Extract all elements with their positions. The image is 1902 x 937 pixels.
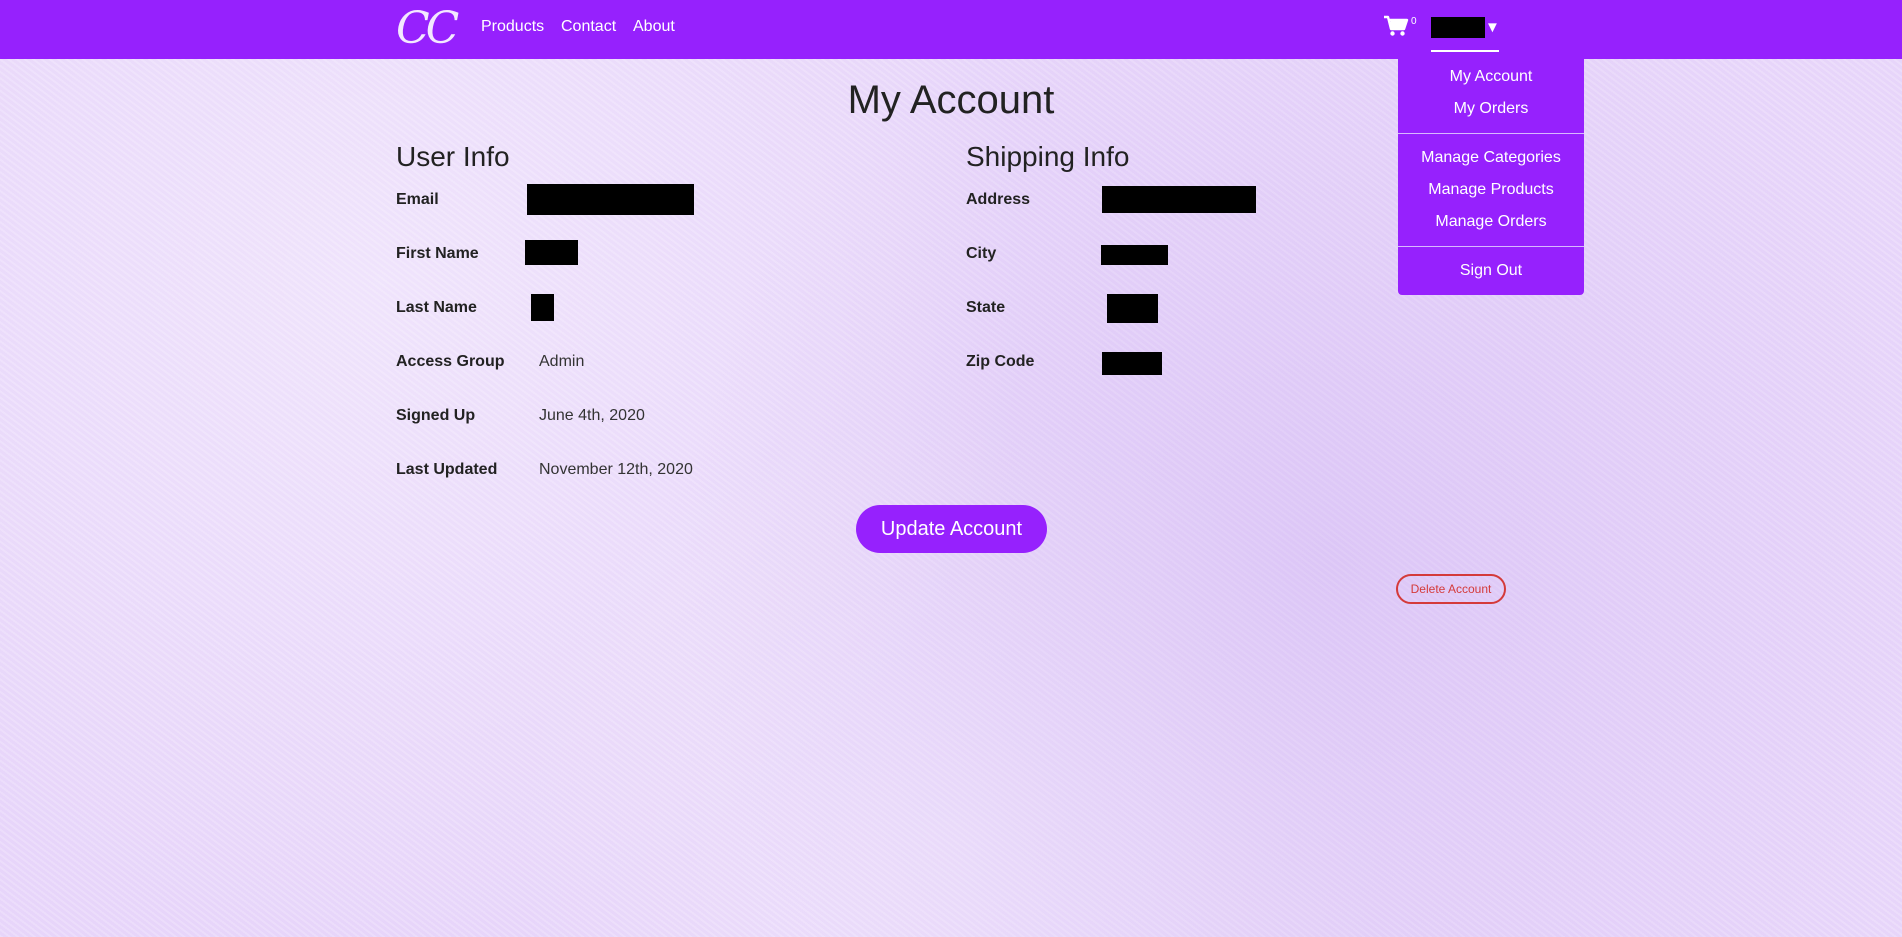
page-title: My Account <box>847 78 1055 122</box>
top-navbar: CC Products Contact About 0 ▼ <box>0 0 1902 59</box>
email-label: Email <box>396 191 439 208</box>
nav-link-about[interactable]: About <box>633 18 675 36</box>
last-name-label: Last Name <box>396 299 477 316</box>
shipping-info-heading: Shipping Info <box>966 141 1130 172</box>
update-account-button[interactable]: Update Account <box>856 505 1047 553</box>
menu-item-sign-out[interactable]: Sign Out <box>1398 261 1584 281</box>
redacted-username <box>1431 17 1485 38</box>
signed-up-value: June 4th, 2020 <box>539 407 645 424</box>
first-name-label: First Name <box>396 245 479 262</box>
zip-code-label: Zip Code <box>966 353 1035 370</box>
cart-icon[interactable] <box>1383 15 1409 37</box>
address-label: Address <box>966 191 1031 208</box>
brand-logo[interactable]: CC <box>396 4 459 54</box>
state-label: State <box>966 299 1006 316</box>
nav-link-products[interactable]: Products <box>481 18 544 36</box>
access-group-label: Access Group <box>396 353 505 370</box>
user-menu-toggle[interactable]: ▼ <box>1431 14 1500 52</box>
redacted-last-name-value <box>531 294 554 321</box>
cart-count-badge: 0 <box>1411 16 1417 27</box>
nav-link-contact[interactable]: Contact <box>561 18 616 36</box>
menu-divider <box>1398 246 1584 247</box>
redacted-first-name-value <box>525 240 578 265</box>
redacted-address-value <box>1102 186 1256 213</box>
last-updated-label: Last Updated <box>396 461 498 478</box>
delete-account-button[interactable]: Delete Account <box>1396 574 1506 604</box>
menu-divider <box>1398 133 1584 134</box>
menu-item-manage-products[interactable]: Manage Products <box>1398 180 1584 200</box>
redacted-state-value <box>1107 294 1158 323</box>
menu-item-manage-categories[interactable]: Manage Categories <box>1398 148 1584 168</box>
user-info-heading: User Info <box>396 141 510 172</box>
menu-item-manage-orders[interactable]: Manage Orders <box>1398 212 1584 232</box>
redacted-zip-code-value <box>1102 352 1162 375</box>
access-group-value: Admin <box>539 353 585 370</box>
redacted-email-value <box>527 184 694 215</box>
signed-up-label: Signed Up <box>396 407 476 424</box>
last-updated-value: November 12th, 2020 <box>539 461 693 478</box>
caret-down-icon: ▼ <box>1485 19 1500 36</box>
redacted-city-value <box>1101 245 1168 265</box>
city-label: City <box>966 245 997 262</box>
